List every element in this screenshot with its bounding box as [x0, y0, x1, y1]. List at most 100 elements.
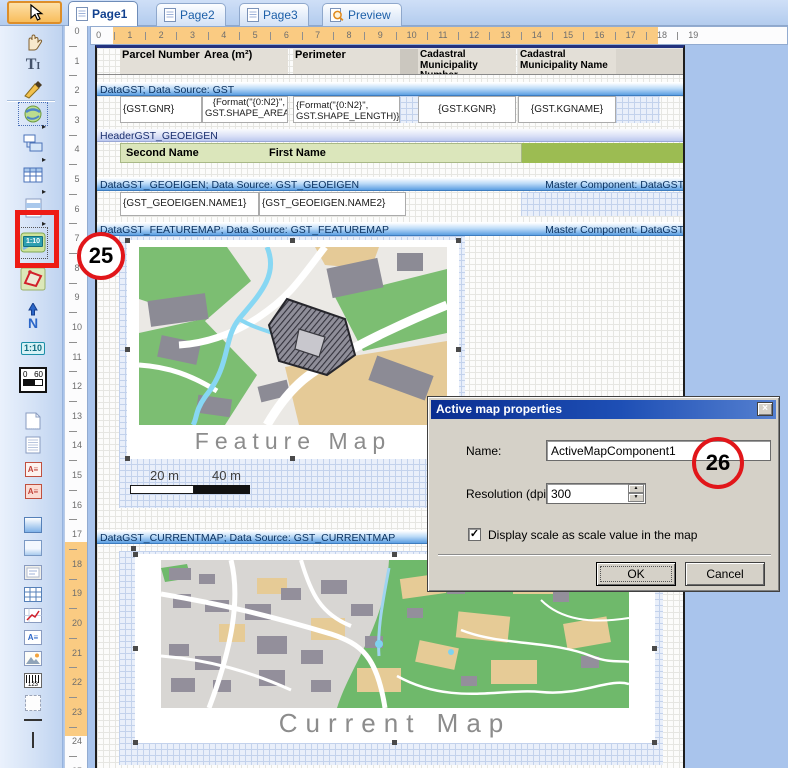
selection-handle[interactable] [133, 552, 138, 557]
hruler-number: 3 [189, 30, 195, 40]
pan-tool[interactable] [19, 30, 47, 52]
chart-tool[interactable] [19, 604, 47, 626]
current-map-caption[interactable]: Current Map [135, 708, 655, 739]
scale-bar-tool[interactable]: 0 60 [19, 366, 47, 394]
tab-preview[interactable]: Preview [322, 3, 402, 26]
display-scale-checkbox[interactable]: ✓ [468, 528, 481, 541]
field-name2[interactable]: {GST_GEOEIGEN.NAME2} [259, 192, 406, 216]
cancel-button[interactable]: Cancel [685, 562, 765, 586]
column-header-cadastral-name[interactable]: Cadastral Municipality Name [518, 49, 616, 74]
header-spacer-cell[interactable] [400, 49, 418, 74]
flyout-arrow-icon[interactable]: ▸ [42, 123, 46, 131]
subreport-tool[interactable] [19, 132, 47, 154]
panel-tool[interactable] [19, 561, 47, 583]
selection-handle[interactable] [133, 740, 138, 745]
band-datagst-featuremap[interactable]: DataGST_FEATUREMAP; Data Source: GST_FEA… [97, 222, 684, 236]
scalebar-segment-white[interactable] [130, 485, 194, 494]
column-header-area[interactable]: Area (m²) [202, 49, 288, 74]
band-datagst[interactable]: DataGST; Data Source: GST [97, 82, 683, 96]
vruler-tick [69, 519, 77, 521]
pointer-tool-button[interactable] [7, 1, 62, 24]
picture-tool[interactable] [19, 647, 47, 669]
hruler-tick [207, 32, 209, 40]
horizontal-line-icon [24, 719, 42, 721]
vertical-line-tool[interactable] [19, 730, 47, 750]
checkmark-icon: ✓ [469, 528, 480, 540]
hruler-number: 10 [406, 30, 417, 40]
column-header-perimeter[interactable]: Perimeter [293, 49, 400, 74]
vruler-number: 19 [71, 588, 82, 599]
band-master-component-label: Master Component: DataGST [545, 224, 684, 236]
format-painter-tool[interactable] [19, 78, 47, 100]
selection-handle[interactable] [290, 238, 295, 243]
shape-tool[interactable] [19, 692, 47, 714]
geoeigen-header-row[interactable]: Second Name First Name [120, 143, 522, 163]
selection-handle[interactable] [125, 456, 130, 461]
spinner-up-button[interactable]: ▲ [628, 484, 644, 493]
vruler-tick [69, 401, 77, 402]
text-tool[interactable]: TI [19, 54, 47, 76]
page-tool[interactable] [19, 410, 47, 432]
column-header-parcel-number[interactable]: Parcel Number [120, 49, 202, 74]
tab-page2[interactable]: Page2 [156, 3, 226, 26]
selection-handle[interactable] [456, 347, 461, 352]
feature-map-tool[interactable] [19, 266, 47, 292]
geoeigen-header-green-cell[interactable] [522, 143, 683, 163]
hruler-tick [426, 32, 428, 40]
selection-handle[interactable] [133, 646, 138, 651]
hruler-tick [332, 32, 334, 40]
selection-handle[interactable] [125, 347, 130, 352]
gradient-band-tool[interactable] [19, 514, 47, 536]
hruler-number: 12 [469, 30, 480, 40]
selection-handle[interactable] [125, 238, 130, 243]
selection-handle[interactable] [290, 456, 295, 461]
vruler-number: 2 [74, 85, 80, 96]
selection-handle[interactable] [392, 552, 397, 557]
rich-text-tool-2[interactable]: A≡ [19, 480, 47, 502]
field-kgnr[interactable]: {GST.KGNR} [418, 96, 516, 123]
field-shape-length[interactable]: {Format("{0:N2}", GST.SHAPE_LENGTH)} [293, 96, 400, 123]
flyout-arrow-icon[interactable]: ▸ [42, 156, 46, 164]
feature-map-caption[interactable]: Feature Map [127, 428, 459, 455]
dashed-rect-icon [25, 695, 41, 711]
notes-page-tool[interactable] [19, 434, 47, 456]
scalebar-segment-black[interactable] [194, 485, 250, 494]
tab-page3[interactable]: Page3 [239, 3, 309, 26]
vruler-number: 14 [71, 440, 82, 451]
selection-handle[interactable] [652, 646, 657, 651]
vruler-tick [69, 75, 77, 77]
flyout-arrow-icon[interactable]: ▸ [42, 188, 46, 196]
field-shape-area[interactable]: {Format("{0:N2}", GST.SHAPE_AREA)} [202, 96, 288, 123]
barcode-tool[interactable]: 123 [19, 669, 47, 691]
feature-map-component[interactable]: Feature Map [125, 238, 461, 461]
field-kgname[interactable]: {GST.KGNAME} [518, 96, 616, 123]
field-name1[interactable]: {GST_GEOEIGEN.NAME1} [120, 192, 259, 216]
spinner-down-button[interactable]: ▼ [628, 493, 644, 502]
geoeigen-header-second-name[interactable]: Second Name [126, 147, 199, 159]
band-datagst-geoeigen[interactable]: DataGST_GEOEIGEN; Data Source: GST_GEOEI… [97, 177, 683, 191]
selection-handle[interactable] [131, 546, 136, 551]
selection-handle[interactable] [652, 740, 657, 745]
scale-text-tool[interactable]: 1:10 [19, 341, 47, 355]
selection-handle[interactable] [456, 238, 461, 243]
textbox-tool[interactable]: A≡ [19, 626, 47, 648]
header-empty-cell[interactable] [616, 49, 683, 74]
vruler-tick [69, 164, 77, 166]
grid-tool[interactable] [19, 583, 47, 605]
column-header-cadastral-number[interactable]: Cadastral Municipality Number [418, 49, 516, 74]
dialog-close-button[interactable]: × [757, 402, 773, 416]
dialog-title-bar[interactable]: Active map properties × [431, 400, 776, 419]
selection-handle[interactable] [392, 740, 397, 745]
rich-text-tool[interactable]: A≡ [19, 458, 47, 480]
table-tool[interactable] [19, 164, 47, 186]
north-arrow-tool[interactable]: N [19, 300, 47, 332]
band-tool[interactable] [19, 537, 47, 559]
tab-page1[interactable]: Page1 [68, 1, 139, 26]
field-gnr[interactable]: {GST.GNR} [120, 96, 202, 123]
horizontal-line-tool[interactable] [19, 716, 47, 724]
band-header-geoeigen[interactable]: HeaderGST_GEOEIGEN [97, 129, 683, 142]
hruler-number: 6 [283, 30, 289, 40]
geoeigen-header-first-name[interactable]: First Name [269, 147, 326, 159]
hruler-tick [489, 32, 491, 40]
ok-button[interactable]: OK [596, 562, 676, 586]
